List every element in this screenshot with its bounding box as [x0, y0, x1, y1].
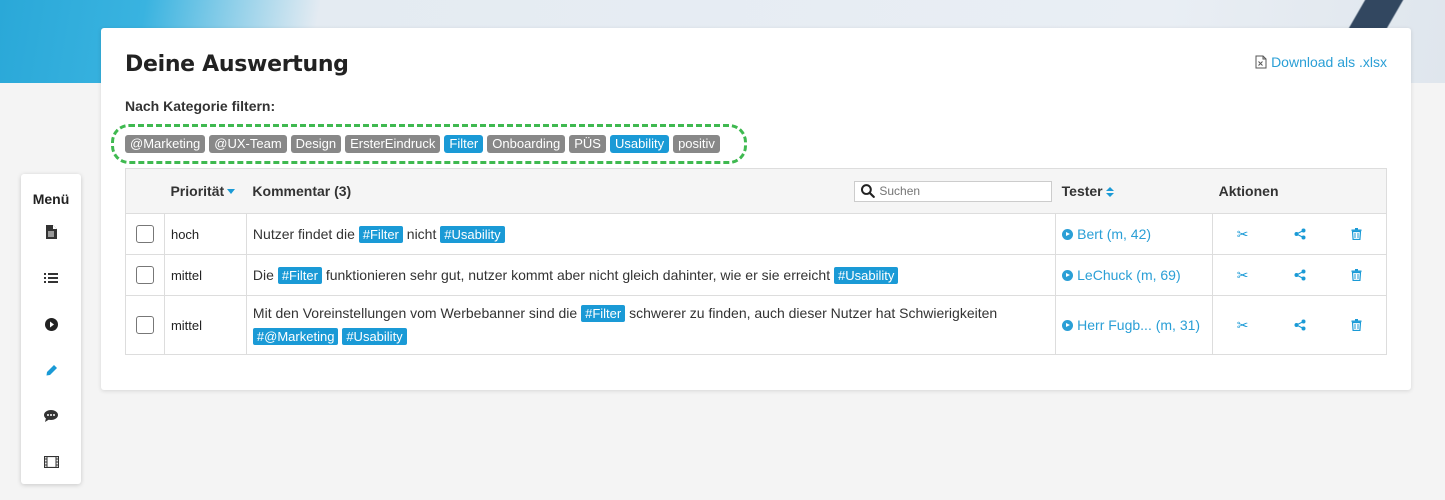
side-menu: Menü [21, 174, 81, 484]
menu-title: Menü [32, 191, 70, 207]
tester-cell[interactable]: Herr Fugb... (m, 31) [1055, 295, 1214, 355]
search-input[interactable] [875, 184, 1051, 198]
comment-text: schwerer zu finden, auch dieser Nutzer h… [629, 305, 998, 321]
play-icon [1062, 320, 1074, 331]
document-icon [46, 225, 57, 239]
tag-ux-team[interactable]: @UX-Team [209, 135, 287, 153]
hashtag-filter[interactable]: #Filter [277, 266, 322, 284]
share-icon[interactable] [1294, 319, 1306, 331]
actions-cell: ✂ [1212, 295, 1387, 355]
table-row: hoch Nutzer findet die #Filter nicht #Us… [125, 213, 1387, 255]
menu-item-film[interactable] [39, 451, 63, 473]
tag-positiv[interactable]: positiv [673, 135, 720, 153]
tag-design[interactable]: Design [290, 135, 342, 153]
tag-filter[interactable]: Filter [444, 135, 484, 153]
tag-erster-eindruck[interactable]: ErsterEindruck [345, 135, 441, 153]
comment-text: Nutzer findet die [252, 225, 355, 242]
table-header-row: Priorität Kommentar (3) Suchen Tester Ak… [125, 168, 1387, 214]
hashtag-filter[interactable]: #Filter [358, 225, 403, 243]
menu-item-list[interactable] [39, 267, 63, 289]
comment-header-label: Kommentar (3) [252, 183, 352, 199]
tester-link[interactable]: LeChuck (m, 69) [1077, 267, 1180, 283]
hashtag-usability[interactable]: #Usability [342, 328, 407, 345]
comment-text: Mit den Voreinstellungen vom Werbebanner… [252, 305, 578, 321]
hashtag-usability[interactable]: #Usability [834, 266, 899, 284]
comment-text: funktionieren sehr gut, nutzer kommt abe… [325, 266, 831, 283]
tag-onboarding[interactable]: Onboarding [487, 135, 566, 153]
scissors-icon[interactable]: ✂ [1237, 267, 1249, 284]
tag-pues[interactable]: PÜS [569, 135, 606, 153]
menu-item-comments[interactable] [39, 405, 63, 427]
menu-item-document[interactable] [39, 221, 63, 243]
play-icon [1062, 229, 1074, 240]
download-label: Download als .xlsx [1271, 54, 1387, 70]
sort-both-icon [1105, 187, 1114, 197]
priority-cell: mittel [163, 254, 247, 296]
actions-header: Aktionen [1212, 168, 1387, 214]
table-row: mittel Mit den Voreinstellungen vom Werb… [125, 295, 1387, 355]
list-icon [44, 273, 58, 283]
select-cell [125, 213, 165, 255]
comment-cell: Die #Filter funktionieren sehr gut, nutz… [245, 254, 1057, 296]
row-checkbox[interactable] [135, 225, 154, 243]
trash-icon[interactable] [1351, 269, 1362, 281]
priority-cell: hoch [163, 213, 247, 255]
film-icon [43, 456, 59, 468]
play-icon [44, 317, 58, 331]
actions-cell: ✂ [1212, 213, 1387, 255]
tag-marketing[interactable]: @Marketing [125, 135, 206, 153]
scissors-icon[interactable]: ✂ [1237, 226, 1249, 243]
page-title: Deine Auswertung [125, 52, 349, 77]
row-checkbox[interactable] [135, 266, 154, 284]
hashtag-filter[interactable]: #Filter [581, 305, 626, 322]
priority-cell: mittel [163, 295, 247, 355]
tester-cell[interactable]: LeChuck (m, 69) [1055, 254, 1214, 296]
tester-header-label: Tester [1061, 183, 1103, 199]
category-tags: @Marketing @UX-Team Design ErsterEindruc… [125, 135, 720, 153]
tester-header[interactable]: Tester [1055, 168, 1213, 214]
table-row: mittel Die #Filter funktionieren sehr gu… [125, 254, 1387, 296]
share-icon[interactable] [1294, 269, 1306, 281]
row-checkbox[interactable] [135, 316, 154, 334]
hashtag-usability[interactable]: #Usability [440, 225, 505, 243]
filter-label: Nach Kategorie filtern: [125, 98, 276, 114]
hashtag-marketing[interactable]: #@Marketing [252, 328, 339, 345]
pencil-icon [46, 364, 57, 375]
comments-table: Priorität Kommentar (3) Suchen Tester Ak… [125, 168, 1387, 355]
comment-header: Kommentar (3) [246, 168, 1056, 214]
comment-text: Die [252, 266, 274, 283]
tester-link[interactable]: Bert (m, 42) [1077, 226, 1151, 242]
sort-desc-icon [227, 189, 236, 194]
menu-item-play[interactable] [39, 313, 63, 335]
evaluation-card: Deine Auswertung Download als .xlsx Nach… [101, 28, 1411, 390]
trash-icon[interactable] [1351, 228, 1362, 240]
comment-cell: Nutzer findet die #Filter nicht #Usabili… [245, 213, 1057, 255]
search-icon [860, 184, 875, 198]
actions-cell: ✂ [1212, 254, 1387, 296]
priority-header-label: Priorität [170, 183, 225, 199]
tag-usability[interactable]: Usability [609, 135, 670, 153]
comment-icon [44, 410, 58, 422]
comment-cell: Mit den Voreinstellungen vom Werbebanner… [245, 295, 1057, 355]
tester-link[interactable]: Herr Fugb... (m, 31) [1077, 317, 1200, 333]
select-cell [125, 254, 165, 296]
select-cell [125, 295, 165, 355]
search-box[interactable] [853, 180, 1052, 202]
play-icon [1062, 270, 1074, 281]
scissors-icon[interactable]: ✂ [1237, 317, 1249, 334]
trash-icon[interactable] [1351, 319, 1362, 331]
excel-file-icon [1255, 55, 1267, 69]
share-icon[interactable] [1294, 228, 1306, 240]
priority-header[interactable]: Priorität [164, 168, 247, 214]
comment-text: nicht [406, 225, 437, 242]
menu-item-edit[interactable] [39, 359, 63, 381]
download-xlsx-link[interactable]: Download als .xlsx [1255, 54, 1387, 70]
tester-cell[interactable]: Bert (m, 42) [1055, 213, 1214, 255]
select-column-header [125, 168, 165, 214]
